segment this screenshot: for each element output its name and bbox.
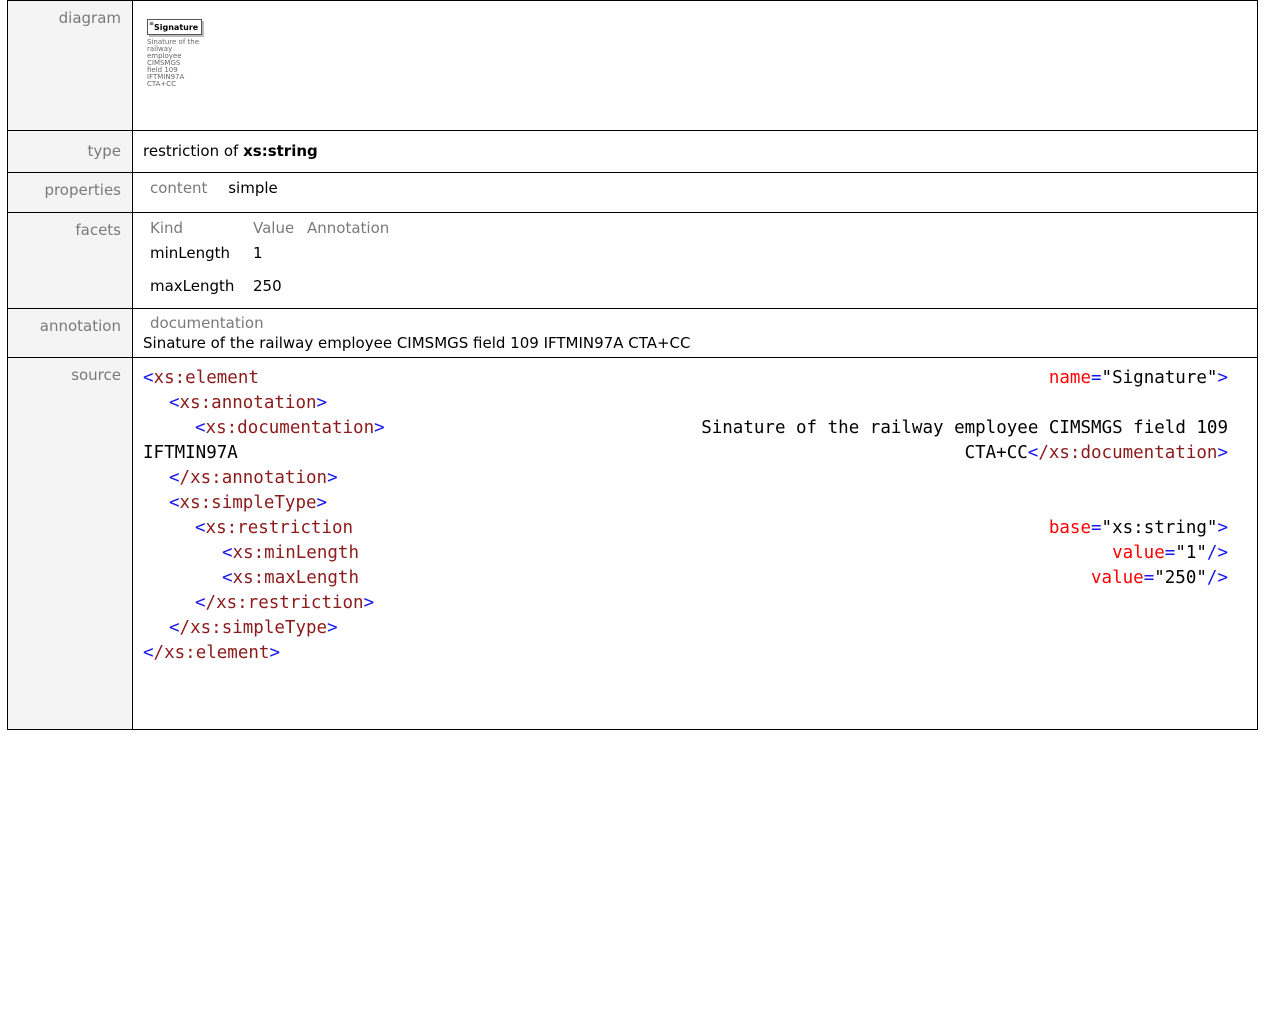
source-tag: xs:element <box>153 368 259 388</box>
source-attr-value: "250" <box>1154 568 1207 588</box>
facet-value: 1 <box>253 244 263 262</box>
source-cell: <xs:element name="Signature"> <xs:annotat… <box>132 357 1258 730</box>
source-line: <xs:simpleType> <box>169 493 328 513</box>
source-tag: /xs:element <box>153 643 270 663</box>
source-line: <xs:documentation> Sinature of the railwa… <box>195 416 1228 441</box>
facets-header-kind: Kind <box>150 219 184 237</box>
facet-kind: minLength <box>150 244 231 262</box>
facet-kind: maxLength <box>150 277 235 295</box>
source-tag: /xs:simpleType <box>179 618 328 638</box>
source-tag: xs:maxLength <box>232 568 359 588</box>
source-line: </xs:annotation> <box>169 468 338 488</box>
annotation-label: annotation <box>7 308 133 358</box>
source-line: </xs:element> <box>143 643 280 663</box>
source-tag: xs:documentation <box>205 418 375 438</box>
properties-key: content <box>150 179 208 197</box>
diagram-doc-text: Sinature of the railway employee CIMSMGS… <box>147 39 207 88</box>
annotation-cell: documentation Sinature of the railway em… <box>132 308 1258 358</box>
source-tag: xs:minLength <box>232 543 359 563</box>
source-tag: /xs:restriction <box>205 593 364 613</box>
source-label: source <box>7 357 133 730</box>
source-code: <xs:element name="Signature"> <xs:annotat… <box>143 366 1233 711</box>
type-row: type restriction of xs:string <box>7 130 1258 173</box>
diagram-doc-line: CTA+CC <box>147 80 177 88</box>
source-line: <xs:maxLength value="250"/> <box>222 568 1228 588</box>
type-base-link[interactable]: xs:string <box>243 142 318 160</box>
facets-row: facets Kind Value Annotation minLength 1… <box>7 212 1258 309</box>
annotation-row: annotation documentation Sinature of the… <box>7 308 1258 358</box>
annotation-key: documentation <box>150 314 264 332</box>
source-line: <xs:element name="Signature"> <box>143 368 1228 388</box>
diagram-cell: ≡ Signature Sinature of the railway empl… <box>132 0 1258 131</box>
source-tag: /xs:annotation <box>179 468 328 488</box>
source-attr: name <box>1048 368 1091 388</box>
source-doc-text: CTA+CC <box>964 443 1028 463</box>
schema-doc-table: diagram ≡ Signature Sinature of the rail… <box>7 0 1258 730</box>
source-attr-value: "xs:string" <box>1101 518 1218 538</box>
facets-header-value: Value <box>253 219 295 237</box>
facets-cell: Kind Value Annotation minLength 1 maxLen… <box>132 212 1258 309</box>
element-diagram-box[interactable]: ≡ Signature <box>147 19 203 35</box>
diagram-label: diagram <box>7 0 133 131</box>
source-line: <xs:restriction base="xs:string"> <box>195 518 1228 538</box>
annotation-text: Sinature of the railway employee CIMSMGS… <box>143 334 691 352</box>
type-cell: restriction of xs:string <box>132 130 1258 173</box>
properties-row: properties content simple <box>7 172 1258 213</box>
source-line: IFTMIN97A CTA+CC</xs:documentation> <box>143 443 1228 463</box>
source-attr: base <box>1048 518 1091 538</box>
source-doc-text: IFTMIN97A <box>143 443 238 463</box>
facets-header-annotation: Annotation <box>307 219 390 237</box>
properties-cell: content simple <box>132 172 1258 213</box>
source-tag: /xs:documentation <box>1038 443 1218 463</box>
type-label: type <box>7 130 133 173</box>
facet-row: minLength 1 <box>143 244 1257 262</box>
element-lines-icon: ≡ <box>149 20 155 27</box>
diagram-row: diagram ≡ Signature Sinature of the rail… <box>7 0 1258 131</box>
source-line: </xs:restriction> <box>195 593 375 613</box>
source-line: </xs:simpleType> <box>169 618 338 638</box>
source-attr: value <box>1091 568 1144 588</box>
source-row: source <xs:element name="Signature"> <xs:… <box>7 357 1258 730</box>
properties-value: simple <box>228 179 278 197</box>
source-doc-text: Sinature of the railway employee CIMSMGS… <box>701 418 1228 438</box>
properties-label: properties <box>7 172 133 213</box>
type-prefix: restriction of <box>143 142 239 160</box>
source-attr-value: "1" <box>1175 543 1207 563</box>
source-tag: xs:annotation <box>179 393 317 413</box>
source-tag: xs:simpleType <box>179 493 317 513</box>
source-line: <xs:annotation> <box>169 393 328 413</box>
diagram-element-name: Signature <box>154 23 199 32</box>
facet-value: 250 <box>253 277 282 295</box>
source-tag: xs:restriction <box>205 518 354 538</box>
source-line: <xs:minLength value="1"/> <box>222 543 1228 563</box>
source-attr: value <box>1112 543 1165 563</box>
facet-row: maxLength 250 <box>143 277 1257 295</box>
source-attr-value: "Signature" <box>1101 368 1218 388</box>
facets-header-row: Kind Value Annotation <box>143 219 1257 237</box>
facets-label: facets <box>7 212 133 309</box>
